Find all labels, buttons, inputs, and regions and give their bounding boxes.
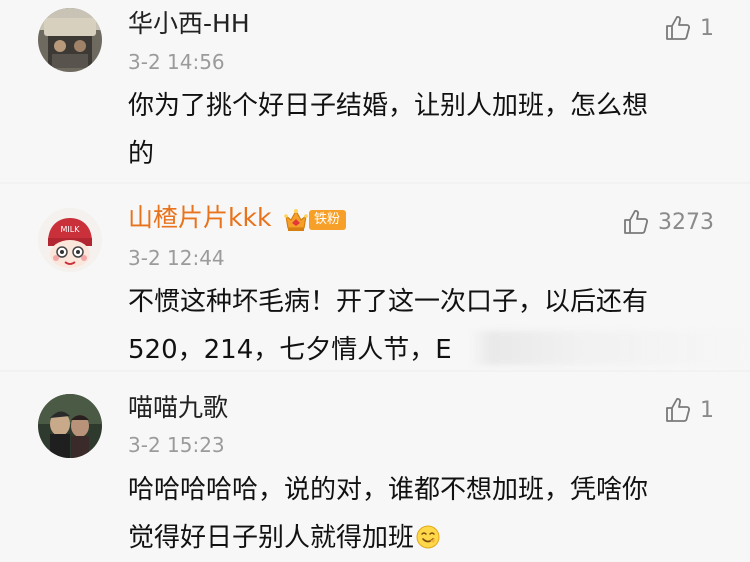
comment-text-fragment: 觉得好日子别人就得加班 — [128, 523, 415, 553]
username[interactable]: 山楂片片kkk — [128, 202, 271, 234]
svg-text:MILK: MILK — [61, 225, 81, 234]
thumbs-up-icon — [666, 398, 691, 422]
comment-timestamp: 3-2 12:44 — [128, 246, 225, 270]
comment-text: 哈哈哈哈哈，说的对，谁都不想加班，凭啥你 觉得好日子别人就得加班 — [128, 466, 718, 562]
avatar[interactable] — [38, 8, 102, 72]
like-button[interactable]: 1 — [664, 12, 714, 44]
thumbs-up-icon — [666, 16, 691, 40]
like-count: 1 — [700, 15, 714, 41]
like-button[interactable]: 3273 — [622, 206, 714, 238]
avatar-image — [38, 394, 102, 458]
comment-text-line: 你为了挑个好日子结婚，让别人加班，怎么想 — [128, 91, 649, 121]
thumbs-up-icon — [624, 210, 649, 234]
comment-text: 你为了挑个好日子结婚，让别人加班，怎么想 的 — [128, 82, 718, 178]
username[interactable]: 喵喵九歌 — [128, 392, 228, 424]
smile-emoji-icon — [416, 525, 440, 549]
avatar[interactable]: MILK — [38, 208, 102, 272]
comment-text-line: 哈哈哈哈哈，说的对，谁都不想加班，凭啥你 — [128, 475, 649, 505]
comment-timestamp: 3-2 14:56 — [128, 50, 225, 74]
blur-overlay — [470, 331, 750, 365]
avatar-image — [38, 8, 102, 72]
comment-text-line: 觉得好日子别人就得加班 — [128, 514, 718, 562]
username[interactable]: 华小西-HH — [128, 8, 250, 40]
avatar-image: MILK — [38, 208, 102, 272]
avatar[interactable] — [38, 394, 102, 458]
like-count: 3273 — [658, 209, 714, 235]
like-count: 1 — [700, 397, 714, 423]
comment-text-line: 不惯这种坏毛病！开了这一次口子，以后还有 — [128, 287, 649, 317]
badge-label: 铁粉 — [309, 210, 347, 230]
comment-item: 喵喵九歌 3-2 15:23 1 哈哈哈哈哈，说的对，谁都不想加班，凭啥你 觉得… — [0, 372, 750, 562]
comment-item: 华小西-HH 3-2 14:56 1 你为了挑个好日子结婚，让别人加班，怎么想 … — [0, 0, 750, 182]
crown-icon — [284, 209, 308, 231]
comment-text-line: 的 — [128, 139, 155, 169]
comment-timestamp: 3-2 15:23 — [128, 433, 225, 457]
like-button[interactable]: 1 — [664, 394, 714, 426]
fan-badge[interactable]: 铁粉 — [284, 206, 347, 234]
